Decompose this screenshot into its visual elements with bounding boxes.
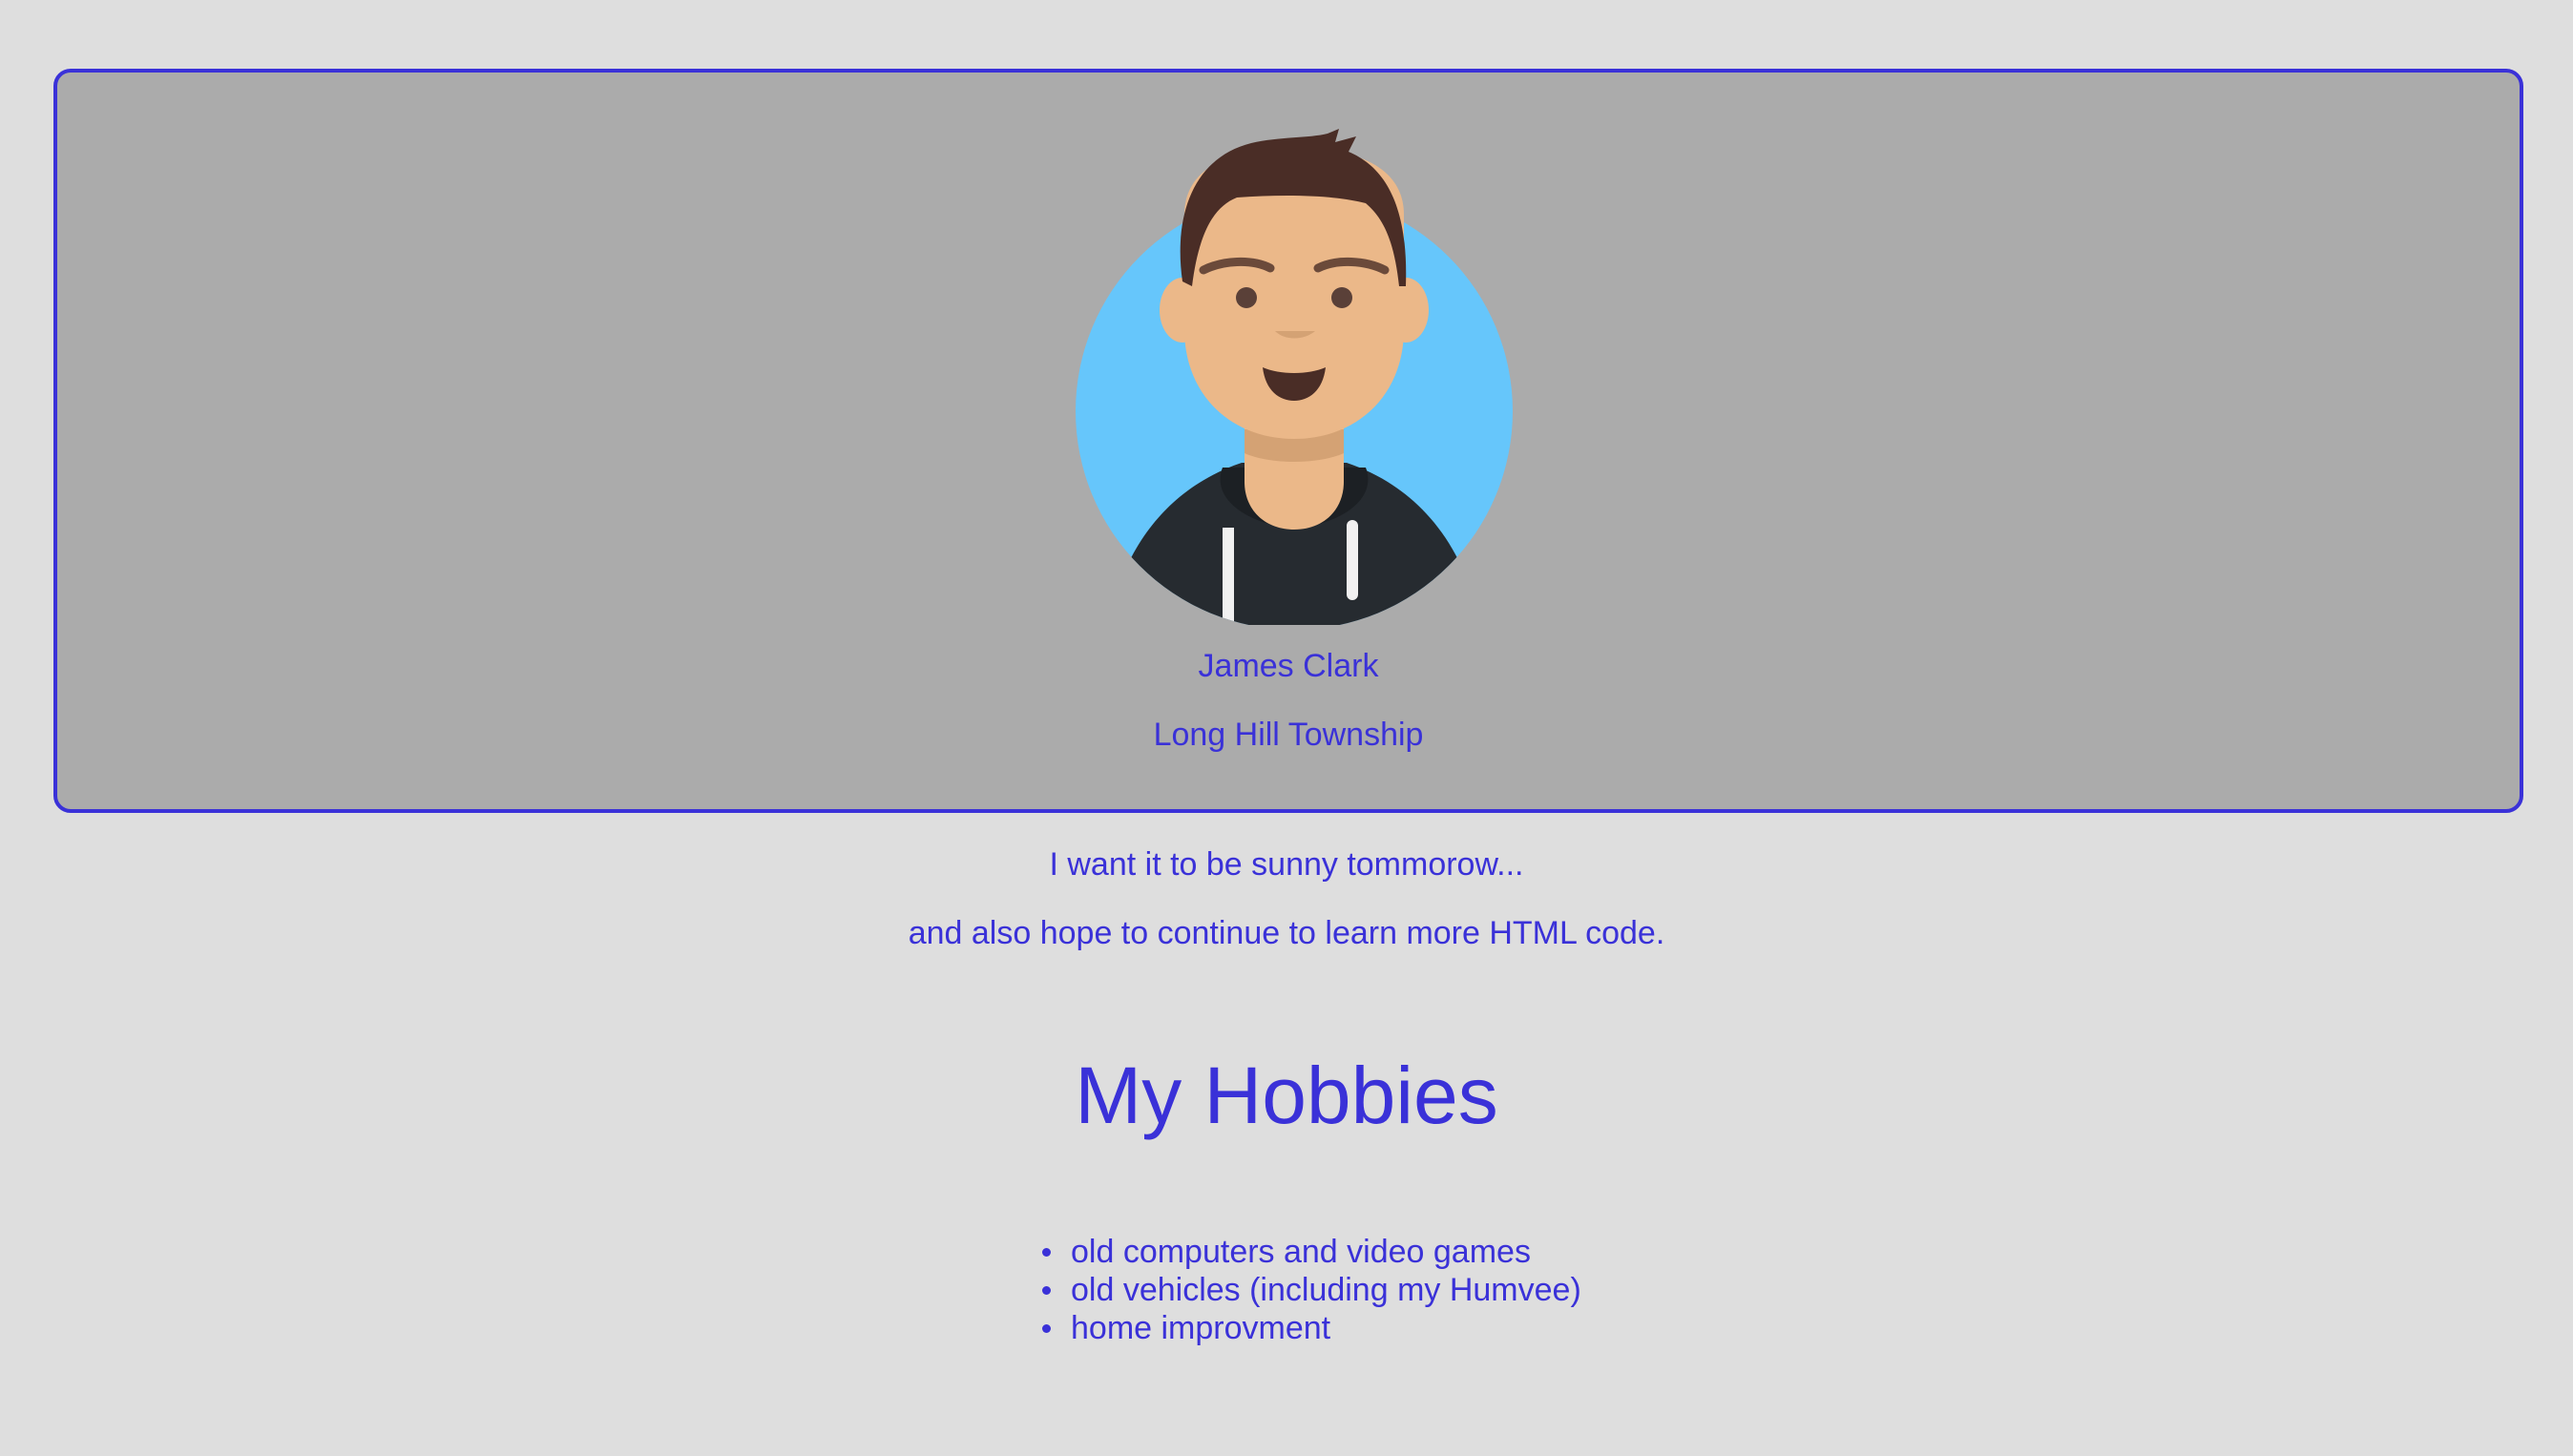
bullet-icon bbox=[1042, 1248, 1051, 1257]
hobby-label: old vehicles (including my Humvee) bbox=[1071, 1272, 1581, 1308]
bullet-icon bbox=[1042, 1286, 1051, 1295]
person-avatar-icon bbox=[1076, 129, 1513, 625]
hobby-label: old computers and video games bbox=[1071, 1234, 1531, 1270]
hobbies-list: old computers and video games old vehicl… bbox=[1042, 1233, 1581, 1347]
list-item: home improvment bbox=[1042, 1309, 1581, 1347]
message-line-2: and also hope to continue to learn more … bbox=[908, 915, 1665, 951]
hobby-label: home improvment bbox=[1071, 1310, 1331, 1346]
avatar bbox=[1070, 129, 1518, 625]
list-item: old computers and video games bbox=[1042, 1233, 1581, 1271]
list-item: old vehicles (including my Humvee) bbox=[1042, 1271, 1581, 1309]
message-line-1: I want it to be sunny tommorow... bbox=[1049, 846, 1524, 883]
bullet-icon bbox=[1042, 1324, 1051, 1333]
hobbies-heading: My Hobbies bbox=[1075, 1050, 1498, 1140]
profile-location: Long Hill Township bbox=[1153, 717, 1424, 753]
profile-name: James Clark bbox=[1198, 648, 1379, 684]
profile-card: James Clark Long Hill Township bbox=[53, 69, 2523, 813]
